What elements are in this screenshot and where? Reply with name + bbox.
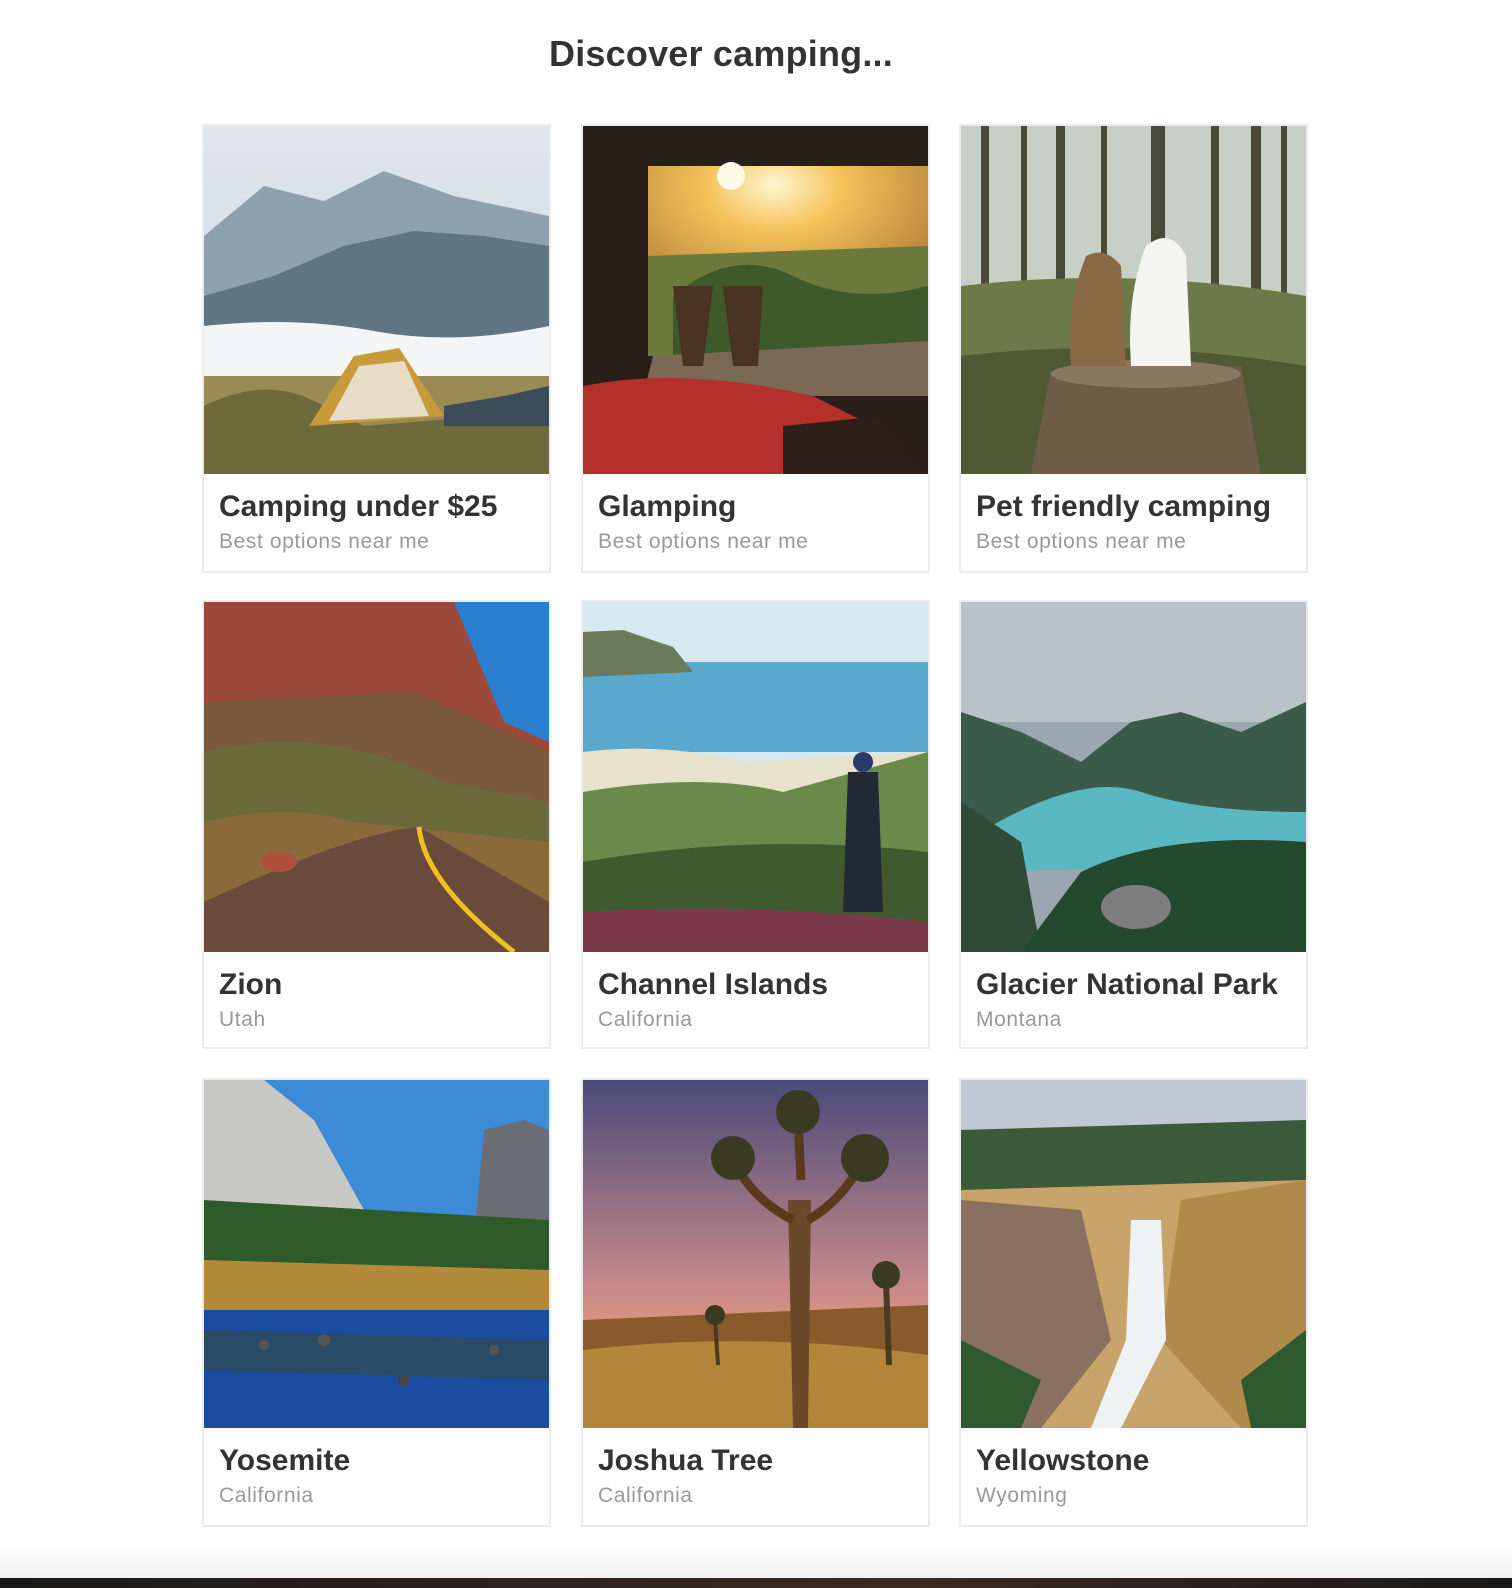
zion-canyon-road-photo <box>204 602 549 952</box>
yellowstone-falls-photo <box>961 1080 1306 1428</box>
card-yosemite[interactable]: Yosemite California <box>202 1078 551 1527</box>
joshua-tree-sunset-photo <box>583 1080 928 1428</box>
dogs-forest-stump-photo <box>961 126 1306 474</box>
bottom-shadow <box>0 1540 1512 1578</box>
card-glacier-national-park[interactable]: Glacier National Park Montana <box>959 600 1308 1049</box>
coast-hikers-photo <box>583 602 928 952</box>
page-title: Discover camping... <box>549 33 893 74</box>
card-subtitle: Best options near me <box>598 530 809 553</box>
card-subtitle: Best options near me <box>219 530 430 553</box>
card-camping-under-25[interactable]: Camping under $25 Best options near me <box>202 124 551 573</box>
card-subtitle: Wyoming <box>976 1484 1068 1507</box>
card-joshua-tree[interactable]: Joshua Tree California <box>581 1078 930 1527</box>
card-pet-friendly-camping[interactable]: Pet friendly camping Best options near m… <box>959 124 1308 573</box>
card-zion[interactable]: Zion Utah <box>202 600 551 1049</box>
card-glamping[interactable]: Glamping Best options near me <box>581 124 930 573</box>
card-subtitle: Utah <box>219 1008 266 1031</box>
card-title: Glacier National Park <box>976 968 1278 1001</box>
card-title: Pet friendly camping <box>976 490 1272 523</box>
card-subtitle: California <box>219 1484 314 1507</box>
card-subtitle: Montana <box>976 1008 1062 1031</box>
card-channel-islands[interactable]: Channel Islands California <box>581 600 930 1049</box>
bottom-edge-bar <box>0 1578 1512 1588</box>
card-title: Channel Islands <box>598 968 829 1001</box>
card-title: Glamping <box>598 490 737 523</box>
card-subtitle: California <box>598 1484 693 1507</box>
card-yellowstone[interactable]: Yellowstone Wyoming <box>959 1078 1308 1527</box>
card-title: Yellowstone <box>976 1444 1150 1477</box>
card-title: Yosemite <box>219 1444 351 1477</box>
card-title: Zion <box>219 968 283 1001</box>
yosemite-river-photo <box>204 1080 549 1428</box>
mountain-tent-photo <box>204 126 549 474</box>
glamping-sunset-deck-photo <box>583 126 928 474</box>
card-subtitle: Best options near me <box>976 530 1187 553</box>
card-title: Joshua Tree <box>598 1444 774 1477</box>
glacier-lake-photo <box>961 602 1306 952</box>
card-title: Camping under $25 <box>219 490 498 523</box>
card-subtitle: California <box>598 1008 693 1031</box>
